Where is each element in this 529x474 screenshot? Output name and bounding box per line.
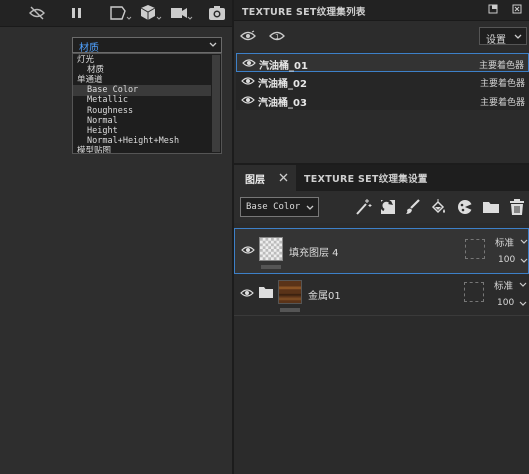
layer-row[interactable]: 金属01 标准 100 [234, 272, 529, 318]
layer-thumb-bar [280, 308, 300, 312]
dropdown-selected-value: 材质 [79, 43, 99, 54]
layer-stack: 填充图层 4 标准 100 金属01 标准 100 [234, 224, 529, 474]
dropdown-option-model-maps[interactable]: 模型贴图 [77, 146, 111, 153]
folder-icon [259, 287, 273, 298]
solo-view-icon[interactable]: 1 [269, 30, 285, 42]
layer-thumb-bar [261, 265, 281, 269]
texture-set-list-header: TEXTURE SET纹理集列表 [234, 0, 529, 21]
shader-label[interactable]: 主要着色器 [480, 95, 525, 108]
tab-layers[interactable]: 图层 [234, 165, 296, 191]
layer-row[interactable]: 填充图层 4 标准 100 [234, 228, 529, 274]
chevron-down-icon [209, 42, 217, 47]
chevron-down-icon [514, 34, 522, 39]
texture-set-row[interactable]: 汽油桶_02 主要着色器 [236, 72, 529, 91]
texture-set-list-empty-area [234, 111, 529, 163]
dropdown-list: 灯光 材质 单通道 Base Color Metallic Roughness … [72, 53, 222, 154]
smart-material-icon[interactable] [456, 198, 474, 216]
texture-set-row[interactable]: 汽油桶_03 主要着色器 [236, 91, 529, 110]
chevron-down-icon [519, 301, 527, 306]
mask-slot[interactable] [464, 282, 484, 302]
panel-title: TEXTURE SET纹理集列表 [242, 7, 366, 18]
chevron-down-icon [520, 239, 528, 244]
dropdown-scrollbar[interactable] [212, 55, 220, 152]
layer-thumbnail [259, 237, 283, 261]
chevron-down-icon [306, 205, 314, 210]
layer-thumbnail [278, 280, 302, 304]
camera-view-icon[interactable] [108, 3, 132, 23]
chevron-down-icon [520, 258, 528, 263]
blend-mode[interactable]: 标准 [494, 278, 513, 292]
layers-tab-bar: 图层 TEXTURE SET纹理集设置 [234, 165, 529, 191]
svg-text:1: 1 [275, 33, 279, 41]
paint-layer-icon[interactable] [404, 198, 422, 216]
eye-icon[interactable] [241, 95, 255, 105]
dropdown-option-metallic[interactable]: Metallic [87, 95, 128, 106]
visibility-toggle-icon[interactable] [240, 30, 256, 42]
texture-set-row[interactable]: 汽油桶_01 主要着色器 [236, 53, 529, 72]
shader-label[interactable]: 主要着色器 [480, 76, 525, 89]
chevron-down-icon [519, 282, 527, 287]
add-effect-icon[interactable] [354, 198, 372, 216]
layer-name[interactable]: 填充图层 4 [289, 244, 339, 259]
delete-icon[interactable] [508, 198, 526, 216]
eye-icon[interactable] [241, 76, 255, 86]
add-mask-icon[interactable] [379, 198, 397, 216]
texture-set-name: 汽油桶_02 [258, 79, 307, 90]
eye-icon[interactable] [241, 245, 255, 255]
eye-icon[interactable] [240, 288, 254, 298]
layers-toolbar: Base Color [234, 191, 529, 223]
video-camera-icon[interactable] [169, 3, 193, 23]
opacity-value[interactable]: 100 [497, 298, 514, 308]
settings-dropdown[interactable]: 设置 [479, 27, 527, 46]
tab-texture-set-settings[interactable]: TEXTURE SET纹理集设置 [304, 171, 428, 185]
viewport-channel-dropdown[interactable]: 材质 [72, 37, 222, 54]
pause-icon[interactable] [67, 3, 87, 23]
cube-icon[interactable] [139, 3, 163, 23]
eye-icon[interactable] [242, 58, 256, 68]
layer-divider [234, 315, 529, 316]
close-icon[interactable] [279, 173, 288, 182]
channel-select-value: Base Color [246, 202, 301, 212]
texture-set-name: 汽油桶_01 [259, 61, 308, 72]
screenshot-icon[interactable] [207, 3, 227, 23]
opacity-value[interactable]: 100 [498, 255, 515, 265]
texture-set-list-toolbar: 1 设置 [234, 21, 529, 51]
hide-icon[interactable] [27, 3, 47, 23]
settings-label: 设置 [486, 35, 506, 46]
float-panel-icon[interactable] [488, 4, 498, 14]
mask-slot[interactable] [465, 239, 485, 259]
texture-set-name: 汽油桶_03 [258, 98, 307, 109]
close-panel-icon[interactable] [512, 4, 522, 14]
fill-layer-icon[interactable] [430, 198, 448, 216]
layer-name[interactable]: 金属01 [308, 287, 341, 302]
tab-layers-label: 图层 [245, 175, 265, 186]
layer-channel-select[interactable]: Base Color [240, 197, 319, 217]
folder-icon[interactable] [482, 198, 500, 216]
viewport-toolbar [0, 0, 232, 27]
shader-label[interactable]: 主要着色器 [479, 58, 524, 71]
blend-mode[interactable]: 标准 [495, 235, 514, 249]
